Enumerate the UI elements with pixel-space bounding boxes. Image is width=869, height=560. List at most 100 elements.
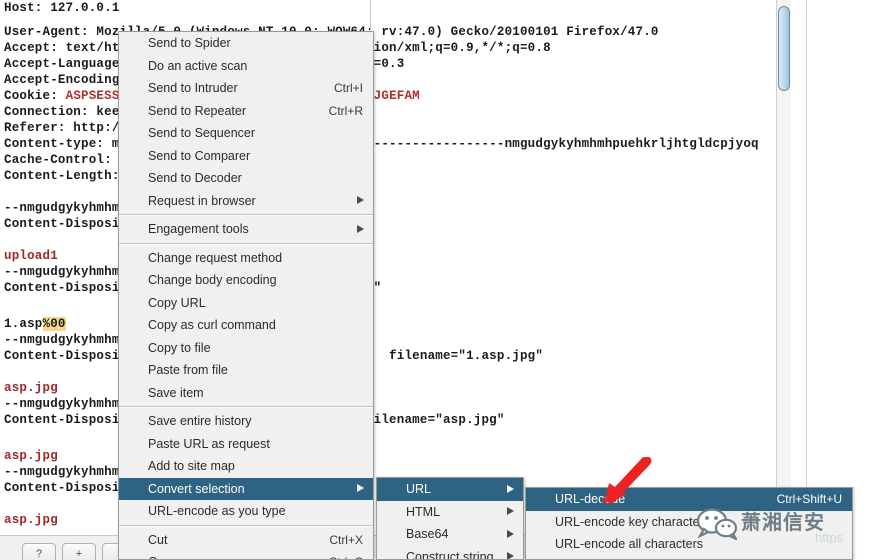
panel-divider (806, 0, 807, 560)
menu-item-label: URL (406, 482, 432, 496)
convert-item-construct-string[interactable]: Construct string (377, 546, 523, 560)
menu-item-send-to-spider[interactable]: Send to Spider (119, 32, 373, 55)
menu-item-copy-as-curl-command[interactable]: Copy as curl command (119, 314, 373, 337)
menu-item-label: Paste from file (148, 363, 228, 377)
menu-item-copy[interactable]: Copy Ctrl+C (119, 551, 373, 559)
url-item-url-encode-key-characters[interactable]: URL-encode key characters (526, 511, 852, 534)
menu-item-engagement-tools[interactable]: Engagement tools (119, 218, 373, 241)
menu-item-convert-selection[interactable]: Convert selection (119, 477, 373, 500)
menu-item-label: Cut (148, 532, 168, 547)
menu-item-change-request-method[interactable]: Change request method (119, 247, 373, 270)
menu-item-label: Send to Sequencer (148, 126, 256, 140)
request-text-segment: upload1 (4, 249, 58, 263)
menu-item-add-to-site-map[interactable]: Add to site map (119, 455, 373, 478)
menu-item-do-an-active-scan[interactable]: Do an active scan (119, 55, 373, 78)
menu-item-label: Send to Comparer (148, 148, 251, 163)
submenu-arrow-icon (507, 552, 514, 559)
menu-item-label: URL-encode all characters (555, 537, 703, 551)
menu-item-copy-url[interactable]: Copy URL (119, 292, 373, 315)
request-text-segment: asp.jpg (4, 513, 58, 527)
menu-item-label: URL-encode as you type (148, 504, 286, 518)
request-text-segment: Cookie: (4, 89, 66, 103)
menu-separator (119, 242, 373, 245)
menu-item-send-to-comparer[interactable]: Send to Comparer (119, 145, 373, 168)
editor-toolbar-button-1[interactable]: + (62, 543, 96, 560)
request-line: asp.jpg (4, 381, 58, 395)
menu-item-label: Convert selection (148, 481, 245, 496)
convert-item-url[interactable]: URL (377, 478, 523, 501)
menu-item-label: Send to Repeater (148, 103, 246, 118)
menu-item-label: Copy (148, 551, 177, 559)
submenu-arrow-icon (507, 529, 514, 538)
outer-gutter (791, 0, 869, 560)
menu-item-label: Send to Decoder (148, 171, 242, 185)
menu-separator (119, 406, 373, 408)
menu-item-paste-url-as-request[interactable]: Paste URL as request (119, 433, 373, 456)
url-convert-submenu[interactable]: URL-decode Ctrl+Shift+U URL-encode key cha… (525, 487, 853, 560)
request-text-segment: asp.jpg (4, 381, 58, 395)
menu-item-paste-from-file[interactable]: Paste from file (119, 359, 373, 382)
menu-item-label: Send to Intruder (148, 81, 238, 95)
menu-item-label: HTML (406, 504, 441, 519)
menu-item-request-in-browser[interactable]: Request in browser (119, 190, 373, 213)
menu-item-label: Copy URL (148, 295, 206, 310)
menu-item-shortcut: Ctrl+I (333, 81, 363, 95)
convert-item-base64[interactable]: Base64 (377, 523, 523, 546)
menu-item-cut[interactable]: Cut Ctrl+X (119, 529, 373, 552)
request-text-segment: Host: 127.0.0.1 (4, 1, 120, 15)
menu-item-label: Add to site map (148, 459, 235, 473)
burp-suite-screenshot: Host: 127.0.0.1User-Agent: Mozilla/5.0 (… (0, 0, 869, 560)
request-line: upload1 (4, 249, 58, 263)
editor-toolbar-button-0[interactable]: ? (22, 543, 56, 560)
menu-item-shortcut: Ctrl+C (329, 551, 363, 559)
url-item-url-decode[interactable]: URL-decode Ctrl+Shift+U (526, 488, 852, 511)
convert-item-html[interactable]: HTML (377, 501, 523, 524)
menu-item-label: Change body encoding (148, 273, 277, 287)
menu-item-label: Change request method (148, 250, 283, 265)
menu-item-label: Engagement tools (148, 222, 249, 236)
menu-item-label: Construct string (406, 549, 494, 560)
menu-item-label: Send to Spider (148, 36, 231, 50)
request-line: Host: 127.0.0.1 (4, 1, 120, 15)
convert-selection-submenu[interactable]: URL HTML Base64 Construct string (376, 477, 524, 560)
menu-item-label: Base64 (406, 527, 449, 541)
request-line: asp.jpg (4, 513, 58, 527)
menu-item-shortcut: Ctrl+X (329, 532, 363, 547)
request-text-segment: 1.asp (4, 317, 43, 331)
request-text-segment: asp.jpg (4, 449, 58, 463)
menu-item-label: URL-decode (555, 492, 626, 506)
url-item-url-encode-all-characters[interactable]: URL-encode all characters (526, 533, 852, 556)
submenu-arrow-icon (357, 224, 364, 233)
menu-item-save-entire-history[interactable]: Save entire history (119, 410, 373, 433)
menu-item-label: Copy to file (148, 340, 211, 355)
menu-item-save-item[interactable]: Save item (119, 382, 373, 405)
menu-item-label: Save entire history (148, 414, 252, 428)
scrollbar-thumb[interactable] (778, 6, 790, 91)
submenu-arrow-icon (357, 484, 364, 493)
menu-item-send-to-decoder[interactable]: Send to Decoder (119, 167, 373, 190)
request-line: 1.asp%00 (4, 317, 66, 331)
submenu-arrow-icon (507, 484, 514, 493)
menu-item-copy-to-file[interactable]: Copy to file (119, 337, 373, 360)
menu-item-shortcut: Ctrl+Shift+U (776, 492, 842, 506)
menu-item-label: Copy as curl command (148, 318, 276, 332)
menu-item-send-to-intruder[interactable]: Send to Intruder Ctrl+I (119, 77, 373, 100)
menu-item-label: Paste URL as request (148, 436, 270, 451)
menu-item-label: Save item (148, 385, 204, 400)
menu-item-send-to-repeater[interactable]: Send to Repeater Ctrl+R (119, 100, 373, 123)
menu-item-url-encode-as-you-type[interactable]: URL-encode as you type (119, 500, 373, 523)
editor-vertical-scrollbar[interactable] (776, 0, 791, 536)
menu-item-label: Request in browser (148, 193, 256, 208)
menu-item-label: Do an active scan (148, 58, 248, 73)
submenu-arrow-icon (357, 196, 364, 205)
menu-item-label: URL-encode key characters (555, 514, 710, 529)
context-menu[interactable]: Send to Spider Do an active scan Send to I… (118, 31, 374, 560)
menu-item-shortcut: Ctrl+R (328, 103, 363, 118)
menu-item-send-to-sequencer[interactable]: Send to Sequencer (119, 122, 373, 145)
menu-separator (119, 524, 373, 527)
menu-item-change-body-encoding[interactable]: Change body encoding (119, 269, 373, 292)
highlighted-token: %00 (42, 317, 66, 331)
request-line: asp.jpg (4, 449, 58, 463)
submenu-arrow-icon (507, 507, 514, 516)
menu-separator (119, 214, 373, 216)
